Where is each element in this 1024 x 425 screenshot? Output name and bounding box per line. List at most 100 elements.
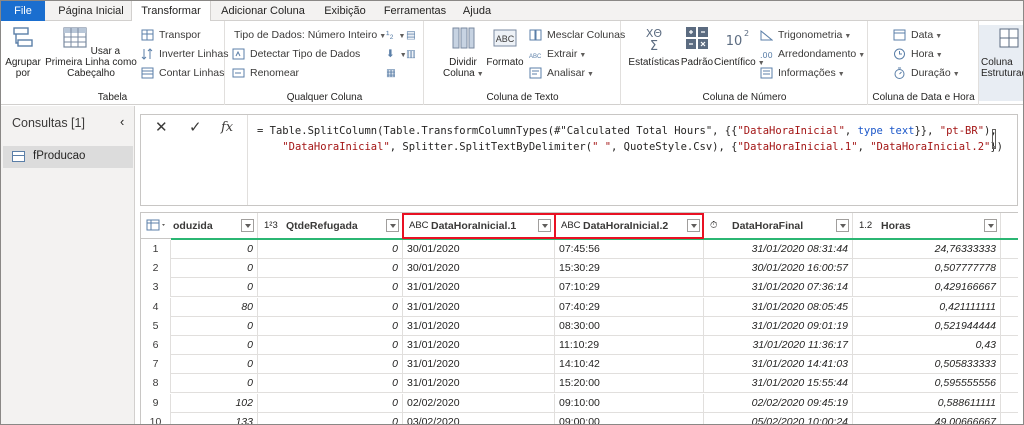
- table-cell[interactable]: 31/01/2020: [403, 297, 555, 317]
- table-cell[interactable]: 31/01/2020 08:05:45: [704, 297, 853, 317]
- table-cell[interactable]: 31/01/2020: [403, 336, 555, 355]
- table-cell[interactable]: 07:40:29: [555, 297, 704, 317]
- table-cell[interactable]: 24,76333333: [853, 240, 1001, 259]
- table-menu-icon[interactable]: [141, 213, 171, 239]
- row-number[interactable]: 9: [141, 393, 171, 413]
- inverter-linhas-button[interactable]: Inverter Linhas: [141, 46, 228, 62]
- row-number[interactable]: 6: [141, 336, 171, 355]
- row-number[interactable]: 5: [141, 316, 171, 336]
- chevron-left-icon[interactable]: ‹: [120, 114, 124, 129]
- table-cell[interactable]: 0: [258, 355, 403, 375]
- tab-ferramentas[interactable]: Ferramentas: [377, 1, 453, 21]
- table-cell[interactable]: 31/01/2020 07:36:14: [704, 278, 853, 298]
- table-cell[interactable]: 0: [171, 374, 258, 394]
- table-cell[interactable]: 02/02/2020 09:45:19: [704, 393, 853, 413]
- table-cell[interactable]: 0,507777778: [853, 259, 1001, 279]
- dividir-coluna-button[interactable]: Dividir Coluna ▼: [443, 25, 484, 80]
- table-cell[interactable]: 0: [258, 412, 403, 424]
- table-cell[interactable]: 0: [258, 393, 403, 413]
- unpivot-button[interactable]: ▤: [406, 27, 416, 43]
- arredondamento-button[interactable]: .00 Arredondamento ▼: [760, 46, 865, 62]
- cientifico-button[interactable]: 10 2 Científico ▼: [714, 25, 765, 69]
- contar-linhas-button[interactable]: Contar Linhas: [141, 65, 224, 81]
- table-cell[interactable]: 31/01/2020 09:01:19: [704, 316, 853, 336]
- table-cell[interactable]: 03/02/2020: [403, 412, 555, 424]
- table-cell[interactable]: 30/01/2020: [403, 259, 555, 279]
- table-cell[interactable]: 0: [258, 316, 403, 336]
- table-cell[interactable]: 31/01/2020 14:41:03: [704, 355, 853, 375]
- table-cell[interactable]: 08:30:00: [555, 316, 704, 336]
- pivot-button[interactable]: ▦: [386, 65, 396, 81]
- table-cell[interactable]: 0: [171, 240, 258, 259]
- table-cell[interactable]: 0,505833333: [853, 355, 1001, 375]
- table-cell[interactable]: 31/01/2020 11:36:17: [704, 336, 853, 355]
- column-filter-dropdown-icon[interactable]: [241, 219, 254, 232]
- move-button[interactable]: ▥: [406, 46, 416, 62]
- table-cell[interactable]: 133: [171, 412, 258, 424]
- table-cell[interactable]: 15:30:29: [555, 259, 704, 279]
- column-filter-dropdown-icon[interactable]: [386, 219, 399, 232]
- table-cell[interactable]: 07:45:56: [555, 240, 704, 259]
- formato-button[interactable]: ABC Formato: [485, 25, 525, 68]
- fill-button[interactable]: ⬇ ▼: [386, 46, 407, 62]
- table-cell[interactable]: 0,429166667: [853, 278, 1001, 298]
- tab-exibicao[interactable]: Exibição: [315, 1, 375, 21]
- table-cell[interactable]: 0: [171, 278, 258, 298]
- column-filter-dropdown-icon[interactable]: [836, 219, 849, 232]
- detectar-tipo-button[interactable]: Detectar Tipo de Dados: [232, 46, 360, 62]
- table-cell[interactable]: 05/02/2020 10:00:24: [704, 412, 853, 424]
- table-cell[interactable]: 11:10:29: [555, 336, 704, 355]
- table-cell[interactable]: 02/02/2020: [403, 393, 555, 413]
- column-header[interactable]: 1.2 Horas: [853, 213, 1001, 239]
- table-cell[interactable]: 0: [171, 336, 258, 355]
- extrair-button[interactable]: ABC Extrair ▼: [529, 46, 586, 62]
- table-cell[interactable]: 31/01/2020 08:31:44: [704, 240, 853, 259]
- column-type-icon[interactable]: ⏱: [710, 213, 717, 239]
- row-number[interactable]: 10: [141, 412, 171, 424]
- table-cell[interactable]: 30/01/2020 16:00:57: [704, 259, 853, 279]
- tab-ajuda[interactable]: Ajuda: [455, 1, 499, 21]
- duracao-button[interactable]: Duração ▼: [893, 65, 960, 81]
- column-type-icon[interactable]: 1²3: [264, 213, 278, 239]
- table-cell[interactable]: 0: [258, 336, 403, 355]
- table-cell[interactable]: 0,43: [853, 336, 1001, 355]
- checkmark-icon[interactable]: ✓: [189, 118, 202, 136]
- replace-values-button[interactable]: ¹₂ ▼: [386, 27, 405, 43]
- row-number[interactable]: 8: [141, 374, 171, 394]
- table-cell[interactable]: 80: [171, 297, 258, 317]
- table-cell[interactable]: 0,421111111: [853, 297, 1001, 317]
- table-cell[interactable]: 31/01/2020 15:55:44: [704, 374, 853, 394]
- table-cell[interactable]: 0: [171, 316, 258, 336]
- tipo-dados-select[interactable]: Tipo de Dados: Número Inteiro ▼: [232, 27, 386, 43]
- column-header[interactable]: ⏱ DataHoraFinal: [704, 213, 853, 239]
- column-header[interactable]: 1²3 QtdeRefugada: [258, 213, 403, 239]
- data-button[interactable]: Data ▼: [893, 27, 942, 43]
- table-cell[interactable]: 0: [258, 278, 403, 298]
- transpor-button[interactable]: Transpor: [141, 27, 201, 43]
- table-cell[interactable]: 0: [171, 355, 258, 375]
- tab-pagina-inicial[interactable]: Página Inicial: [51, 1, 131, 21]
- table-cell[interactable]: 15:20:00: [555, 374, 704, 394]
- agrupar-por-button[interactable]: Agrupar por: [3, 25, 43, 79]
- table-cell[interactable]: 0,595555556: [853, 374, 1001, 394]
- query-item-fproducao[interactable]: fProducao: [3, 146, 133, 168]
- column-filter-dropdown-icon[interactable]: [984, 219, 997, 232]
- table-cell[interactable]: 0: [258, 259, 403, 279]
- table-cell[interactable]: 31/01/2020: [403, 316, 555, 336]
- table-cell[interactable]: 0,588611111: [853, 393, 1001, 413]
- informacoes-button[interactable]: Informações ▼: [760, 65, 845, 81]
- mesclar-colunas-button[interactable]: Mesclar Colunas: [529, 27, 625, 43]
- table-cell[interactable]: 09:10:00: [555, 393, 704, 413]
- analisar-button[interactable]: Analisar ▼: [529, 65, 594, 81]
- formula-expand-handle[interactable]: [992, 129, 996, 149]
- estatisticas-button[interactable]: XΘ Σ Estatísticas: [628, 25, 680, 68]
- formula-input[interactable]: = Table.SplitColumn(Table.TransformColum…: [257, 123, 1003, 155]
- table-cell[interactable]: 0: [258, 240, 403, 259]
- table-cell[interactable]: 31/01/2020: [403, 374, 555, 394]
- row-number[interactable]: 2: [141, 259, 171, 279]
- use-first-row-button[interactable]: Usar a Primeira Linha como Cabeçalho: [45, 25, 137, 79]
- row-number[interactable]: 1: [141, 240, 171, 259]
- table-cell[interactable]: 14:10:42: [555, 355, 704, 375]
- tab-file[interactable]: File: [1, 1, 45, 21]
- function-icon[interactable]: fx: [221, 120, 233, 135]
